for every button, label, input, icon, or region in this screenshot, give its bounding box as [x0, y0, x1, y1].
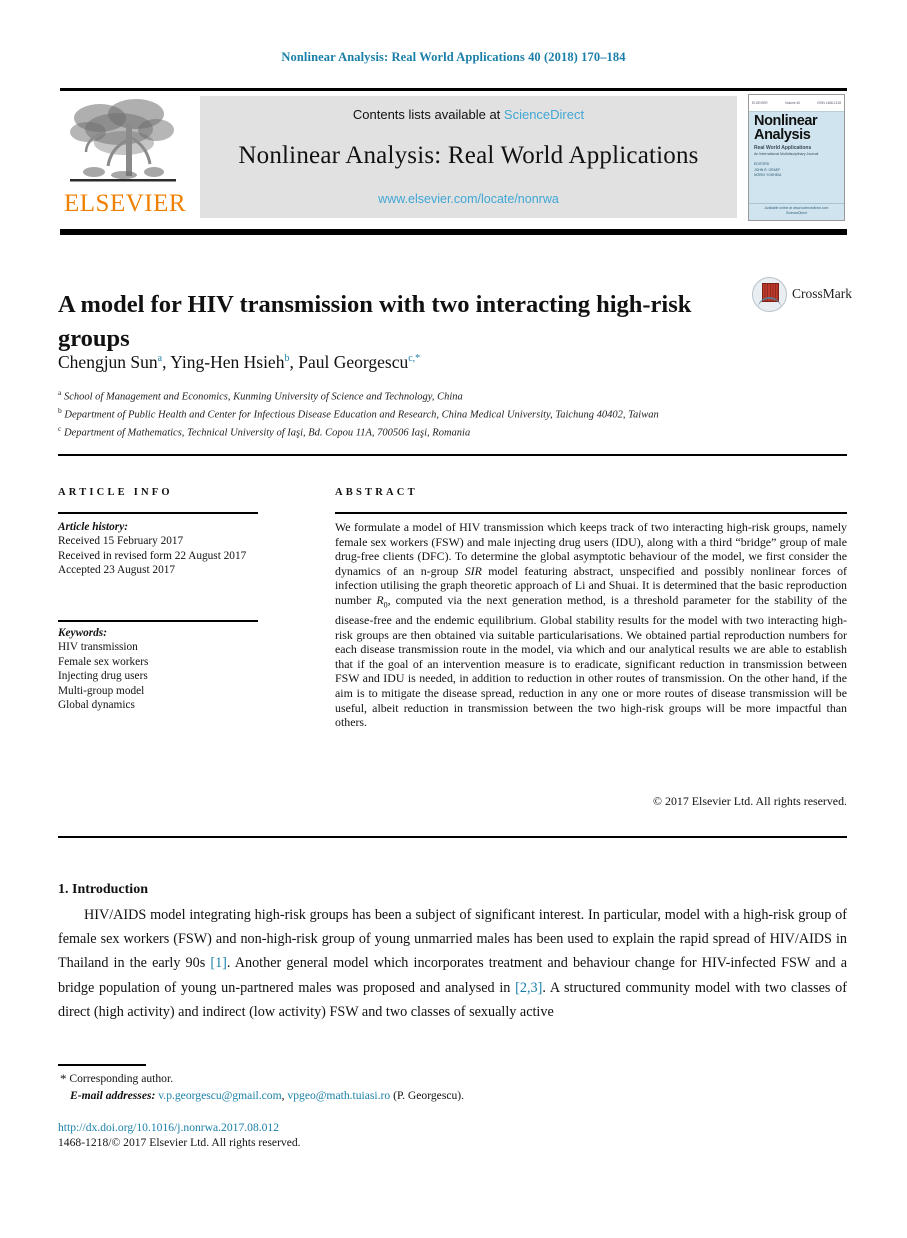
- crossmark-icon: [752, 276, 787, 312]
- keywords-label: Keywords:: [58, 627, 107, 639]
- masthead-bottom-rule: [60, 229, 847, 235]
- keyword-item: Global dynamics: [58, 699, 135, 712]
- footnote-block: * Corresponding author. E-mail addresses…: [60, 1070, 760, 1104]
- article-history-received: Received 15 February 2017: [58, 535, 184, 548]
- affiliation-c-text: Department of Mathematics, Technical Uni…: [63, 427, 471, 439]
- author-1[interactable]: Chengjun Suna: [58, 352, 162, 372]
- cover-footer-line2: ScienceDirect: [786, 211, 807, 215]
- keyword-item: HIV transmission: [58, 641, 138, 654]
- affiliation-bottom-rule: [58, 454, 847, 456]
- contents-available-line: Contents lists available at ScienceDirec…: [200, 107, 737, 122]
- cover-top-strip: ELSEVIER Volume 40 ISSN 1468-1218: [749, 95, 844, 112]
- elsevier-wordmark: ELSEVIER: [64, 190, 187, 217]
- abstract-math-r: R: [376, 592, 384, 607]
- keyword-item: Multi-group model: [58, 684, 145, 697]
- cover-footer: Available online at www.sciencedirect.co…: [749, 203, 844, 216]
- affiliation-b-text: Department of Public Health and Center f…: [64, 409, 659, 421]
- keyword-item: Injecting drug users: [58, 670, 148, 683]
- elsevier-logo: ELSEVIER: [64, 96, 187, 218]
- cover-subtitle-1: Real World Applications: [754, 145, 812, 151]
- crossmark-label: CrossMark: [792, 286, 852, 301]
- affiliation-a-marker: a: [58, 388, 62, 397]
- footnote-rule: [58, 1064, 146, 1066]
- author-2-affil-marker[interactable]: b: [284, 353, 289, 364]
- author-3-affil-marker[interactable]: c,*: [408, 353, 420, 364]
- issn-copyright-line: 1468-1218/© 2017 Elsevier Ltd. All right…: [58, 1136, 301, 1149]
- cover-subtitle-2: An International Multidisciplinary Journ…: [754, 152, 819, 156]
- affiliation-a-text: School of Management and Economics, Kunm…: [63, 391, 463, 403]
- article-history-label: Article history:: [58, 521, 128, 533]
- email-label: E-mail addresses:: [70, 1089, 156, 1102]
- cover-editors: EDITORS JOHN R. GRAEF NORIO YOSHIDA: [754, 162, 839, 179]
- affiliation-c-marker: c: [58, 424, 62, 434]
- affiliation-b-marker: b: [58, 406, 62, 416]
- abstract-text: We formulate a model of HIV transmission…: [335, 520, 847, 730]
- doi-link[interactable]: http://dx.doi.org/10.1016/j.nonrwa.2017.…: [58, 1120, 279, 1135]
- cover-title-line1: Nonlinear: [754, 113, 818, 129]
- reference-link-1[interactable]: [1]: [210, 955, 227, 971]
- paper-page: Nonlinear Analysis: Real World Applicati…: [0, 0, 907, 1238]
- abstract-part-3: , computed via the next generation metho…: [335, 592, 847, 730]
- keywords-rule: [58, 620, 258, 622]
- cover-title-line2: Analysis: [754, 127, 811, 143]
- running-head: Nonlinear Analysis: Real World Applicati…: [281, 50, 626, 64]
- keywords-block: Keywords: HIV transmission Female sex wo…: [58, 626, 263, 712]
- sciencedirect-link[interactable]: ScienceDirect: [504, 107, 584, 122]
- cover-top-right: ISSN 1468-1218: [817, 101, 841, 105]
- author-3[interactable]: Paul Georgescuc,*: [298, 352, 420, 372]
- section-heading-introduction: 1. Introduction: [58, 881, 148, 897]
- author-list: Chengjun Suna, Ying-Hen Hsiehb, Paul Geo…: [58, 352, 421, 372]
- affiliation-c: c Department of Mathematics, Technical U…: [58, 422, 778, 440]
- article-info-heading: ARTICLE INFO: [58, 487, 173, 498]
- journal-title: Nonlinear Analysis: Real World Applicati…: [238, 142, 699, 169]
- abstract-heading: ABSTRACT: [335, 487, 418, 498]
- corresponding-author-line: * Corresponding author.: [60, 1070, 760, 1087]
- journal-cover-thumbnail: ELSEVIER Volume 40 ISSN 1468-1218 Nonlin…: [748, 94, 845, 221]
- reference-link-2[interactable]: [2,3]: [515, 980, 542, 996]
- affiliation-b: b Department of Public Health and Center…: [58, 404, 778, 422]
- journal-url-link[interactable]: www.elsevier.com/locate/nonrwa: [200, 192, 737, 206]
- cover-editor-2: NORIO YOSHIDA: [754, 173, 782, 177]
- journal-masthead-band: Contents lists available at ScienceDirec…: [200, 96, 737, 218]
- author-1-affil-marker[interactable]: a: [158, 353, 162, 364]
- article-history-revised: Received in revised form 22 August 2017: [58, 549, 247, 562]
- author-2-name: Ying-Hen Hsieh: [170, 352, 285, 372]
- cover-top-mid: Volume 40: [784, 101, 801, 105]
- abstract-rule: [335, 512, 847, 514]
- email-suffix: (P. Georgescu).: [390, 1089, 465, 1102]
- article-history-block: Article history: Received 15 February 20…: [58, 520, 263, 578]
- affiliation-a: a School of Management and Economics, Ku…: [58, 386, 778, 404]
- author-2[interactable]: Ying-Hen Hsiehb: [170, 352, 289, 372]
- article-history-accepted: Accepted 23 August 2017: [58, 564, 176, 577]
- corresponding-author-text: Corresponding author.: [69, 1072, 174, 1085]
- cover-title: Nonlinear Analysis: [754, 113, 839, 143]
- introduction-paragraph: HIV/AIDS model integrating high-risk gro…: [58, 903, 847, 1024]
- elsevier-tree-icon: [70, 99, 176, 182]
- email-line: E-mail addresses: v.p.georgescu@gmail.co…: [60, 1087, 760, 1104]
- abstract-bottom-rule: [58, 836, 847, 838]
- email-link-1[interactable]: v.p.georgescu@gmail.com: [158, 1089, 281, 1102]
- asterisk-icon: *: [60, 1071, 67, 1086]
- masthead-top-rule: [60, 88, 847, 91]
- affiliation-list: a School of Management and Economics, Ku…: [58, 386, 778, 440]
- author-1-name: Chengjun Sun: [58, 352, 158, 372]
- page-title: A model for HIV transmission with two in…: [58, 291, 692, 353]
- article-info-rule: [58, 512, 258, 514]
- abstract-math-sir: SIR: [464, 563, 482, 578]
- abstract-copyright: © 2017 Elsevier Ltd. All rights reserved…: [653, 794, 847, 808]
- contents-prefix: Contents lists available at: [352, 107, 504, 122]
- crossmark-badge[interactable]: CrossMark: [752, 276, 852, 312]
- cover-top-left: ELSEVIER: [752, 101, 768, 105]
- author-3-name: Paul Georgescu: [298, 352, 409, 372]
- keyword-item: Female sex workers: [58, 655, 149, 668]
- email-link-2[interactable]: vpgeo@math.tuiasi.ro: [287, 1089, 390, 1102]
